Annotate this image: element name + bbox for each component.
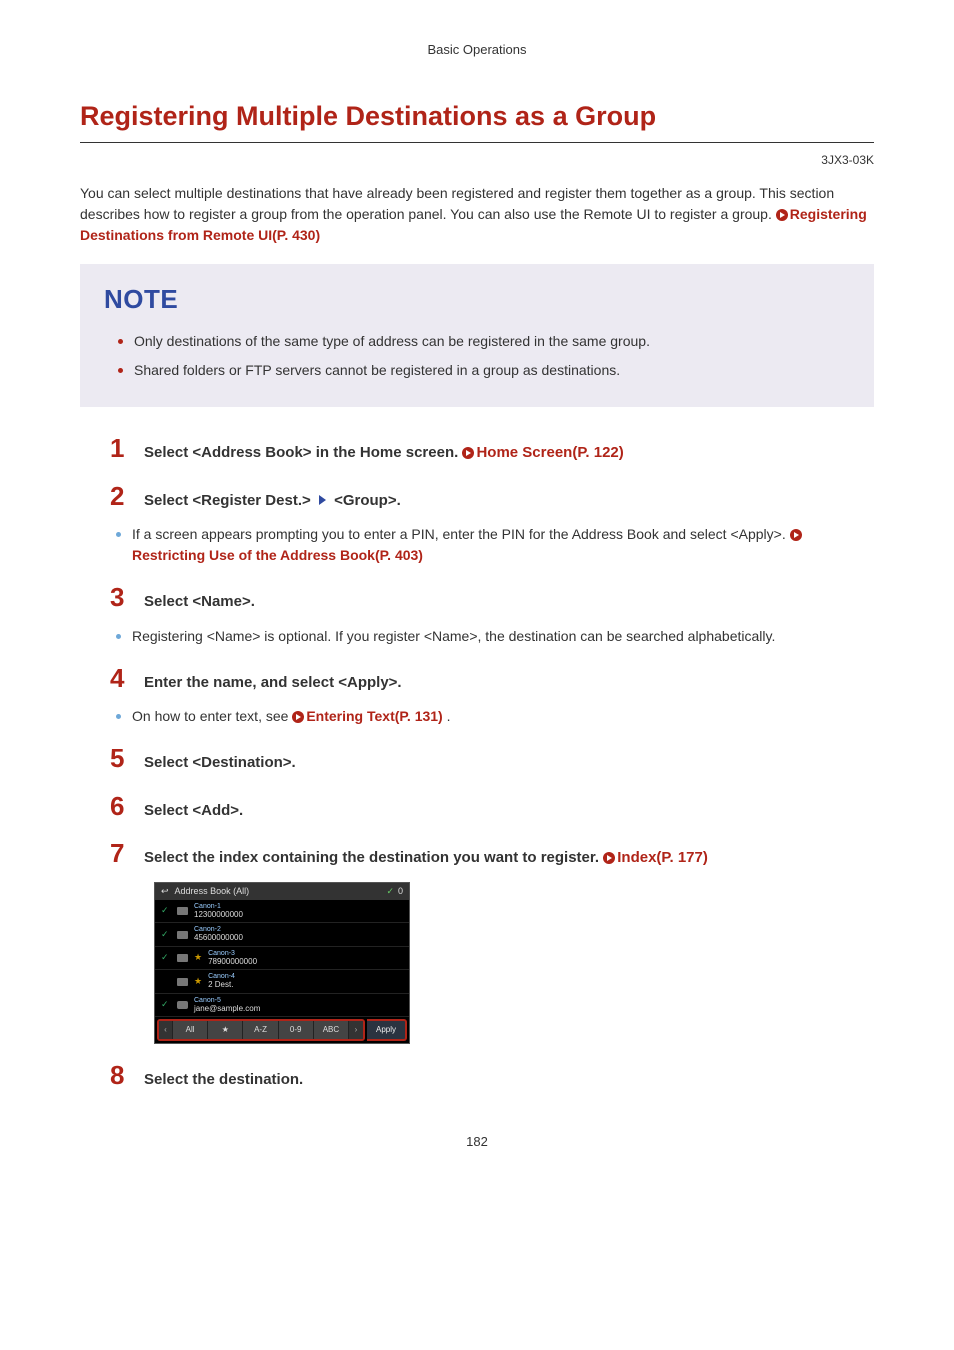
play-icon [603, 852, 615, 864]
step-link[interactable]: Index(P. 177) [617, 849, 708, 866]
check-icon: ✓ [161, 904, 171, 918]
step-number: 1 [110, 435, 132, 461]
device-header: ↩ Address Book (All) ✓ 0 [155, 883, 409, 901]
play-icon [776, 209, 788, 221]
step-bullet: On how to enter text, see Entering Text(… [116, 706, 874, 727]
row-info: Canon-378900000000 [208, 950, 257, 966]
check-icon: ✓ [386, 885, 394, 899]
row-value: jane@sample.com [194, 1005, 260, 1014]
step-number: 4 [110, 665, 132, 691]
row-info: Canon-5jane@sample.com [194, 997, 260, 1013]
step-title-b: <Group>. [334, 492, 401, 509]
device-title: Address Book (All) [169, 885, 387, 899]
page-number: 182 [80, 1132, 874, 1152]
device-list-row[interactable]: ✓ Canon-112300000000 [155, 900, 409, 923]
intro-paragraph: You can select multiple destinations tha… [80, 183, 874, 246]
step-8: 8 Select the destination. [110, 1062, 874, 1092]
back-icon[interactable]: ↩ [161, 885, 169, 899]
star-icon: ★ [194, 951, 202, 965]
row-value: 45600000000 [194, 934, 243, 943]
play-icon [790, 529, 802, 541]
tab-all[interactable]: All [173, 1021, 208, 1039]
page-title: Registering Multiple Destinations as a G… [80, 96, 874, 144]
tab-abc[interactable]: ABC [314, 1021, 349, 1039]
step-bullet: Registering <Name> is optional. If you r… [116, 626, 874, 647]
note-item: Shared folders or FTP servers cannot be … [118, 360, 850, 381]
row-value: 2 Dest. [208, 981, 235, 990]
bullet-text: On how to enter text, see [132, 708, 292, 724]
step-link[interactable]: Home Screen(P. 122) [476, 444, 623, 461]
intro-text: You can select multiple destinations tha… [80, 185, 834, 222]
step-5: 5 Select <Destination>. [110, 745, 874, 775]
play-icon [292, 711, 304, 723]
fax-icon [177, 954, 188, 962]
step-number: 5 [110, 745, 132, 771]
row-info: Canon-112300000000 [194, 903, 243, 919]
grp-icon [177, 978, 188, 986]
note-title: NOTE [104, 280, 850, 319]
tab-09[interactable]: 0-9 [279, 1021, 314, 1039]
step-number: 8 [110, 1062, 132, 1088]
mail-icon [177, 1001, 188, 1009]
tab-next-icon[interactable]: › [349, 1021, 363, 1039]
step-title-text: Select the index containing the destinat… [144, 849, 603, 866]
star-icon: ★ [194, 975, 202, 989]
step-2: 2 Select <Register Dest.> <Group>. If a … [110, 483, 874, 567]
check-icon: ✓ [161, 951, 171, 965]
step-title: Select <Register Dest.> <Group>. [144, 490, 401, 513]
step-title: Select <Destination>. [144, 752, 296, 775]
step-title: Enter the name, and select <Apply>. [144, 672, 402, 695]
step-title: Select <Address Book> in the Home screen… [144, 442, 624, 465]
row-info: Canon-245600000000 [194, 926, 243, 942]
step-title: Select the destination. [144, 1069, 303, 1092]
step-3: 3 Select <Name>. Registering <Name> is o… [110, 584, 874, 647]
step-4: 4 Enter the name, and select <Apply>. On… [110, 665, 874, 728]
step-1: 1 Select <Address Book> in the Home scre… [110, 435, 874, 465]
bullet-post: . [447, 708, 451, 724]
section-header: Basic Operations [80, 40, 874, 60]
bullet-link[interactable]: Restricting Use of the Address Book(P. 4… [132, 547, 423, 563]
check-icon: ✓ [161, 998, 171, 1012]
arrow-icon [319, 495, 326, 505]
fax-icon [177, 907, 188, 915]
step-title-a: Select <Register Dest.> [144, 492, 315, 509]
step-title-text: Select <Address Book> in the Home screen… [144, 444, 462, 461]
play-icon [462, 447, 474, 459]
step-title: Select <Name>. [144, 591, 255, 614]
tab-fav[interactable]: ★ [208, 1021, 243, 1039]
device-apply-button[interactable]: Apply [367, 1019, 407, 1041]
step-title: Select <Add>. [144, 800, 243, 823]
row-info: Canon-42 Dest. [208, 973, 235, 989]
device-list-row[interactable]: ★ Canon-42 Dest. [155, 970, 409, 993]
step-number: 3 [110, 584, 132, 610]
tab-az[interactable]: A-Z [243, 1021, 278, 1039]
device-screenshot: ↩ Address Book (All) ✓ 0 ✓ Canon-11230000… [154, 882, 410, 1045]
fax-icon [177, 931, 188, 939]
bullet-link[interactable]: Entering Text(P. 131) [306, 708, 442, 724]
step-number: 2 [110, 483, 132, 509]
doc-code: 3JX3-03K [80, 151, 874, 169]
note-item: Only destinations of the same type of ad… [118, 331, 850, 352]
device-list-row[interactable]: ✓ Canon-5jane@sample.com [155, 994, 409, 1017]
note-box: NOTE Only destinations of the same type … [80, 264, 874, 407]
row-value: 78900000000 [208, 958, 257, 967]
step-7: 7 Select the index containing the destin… [110, 840, 874, 1044]
row-value: 12300000000 [194, 911, 243, 920]
step-bullet: If a screen appears prompting you to ent… [116, 524, 874, 566]
device-list-row[interactable]: ✓ ★ Canon-378900000000 [155, 947, 409, 970]
device-list-row[interactable]: ✓ Canon-245600000000 [155, 923, 409, 946]
device-index-tabs[interactable]: ‹ All ★ A-Z 0-9 ABC › [157, 1019, 365, 1041]
tab-prev-icon[interactable]: ‹ [159, 1021, 173, 1039]
step-6: 6 Select <Add>. [110, 793, 874, 823]
step-number: 6 [110, 793, 132, 819]
step-title: Select the index containing the destinat… [144, 847, 708, 870]
step-number: 7 [110, 840, 132, 866]
device-count: 0 [398, 885, 403, 899]
check-icon: ✓ [161, 928, 171, 942]
bullet-text: If a screen appears prompting you to ent… [132, 526, 790, 542]
